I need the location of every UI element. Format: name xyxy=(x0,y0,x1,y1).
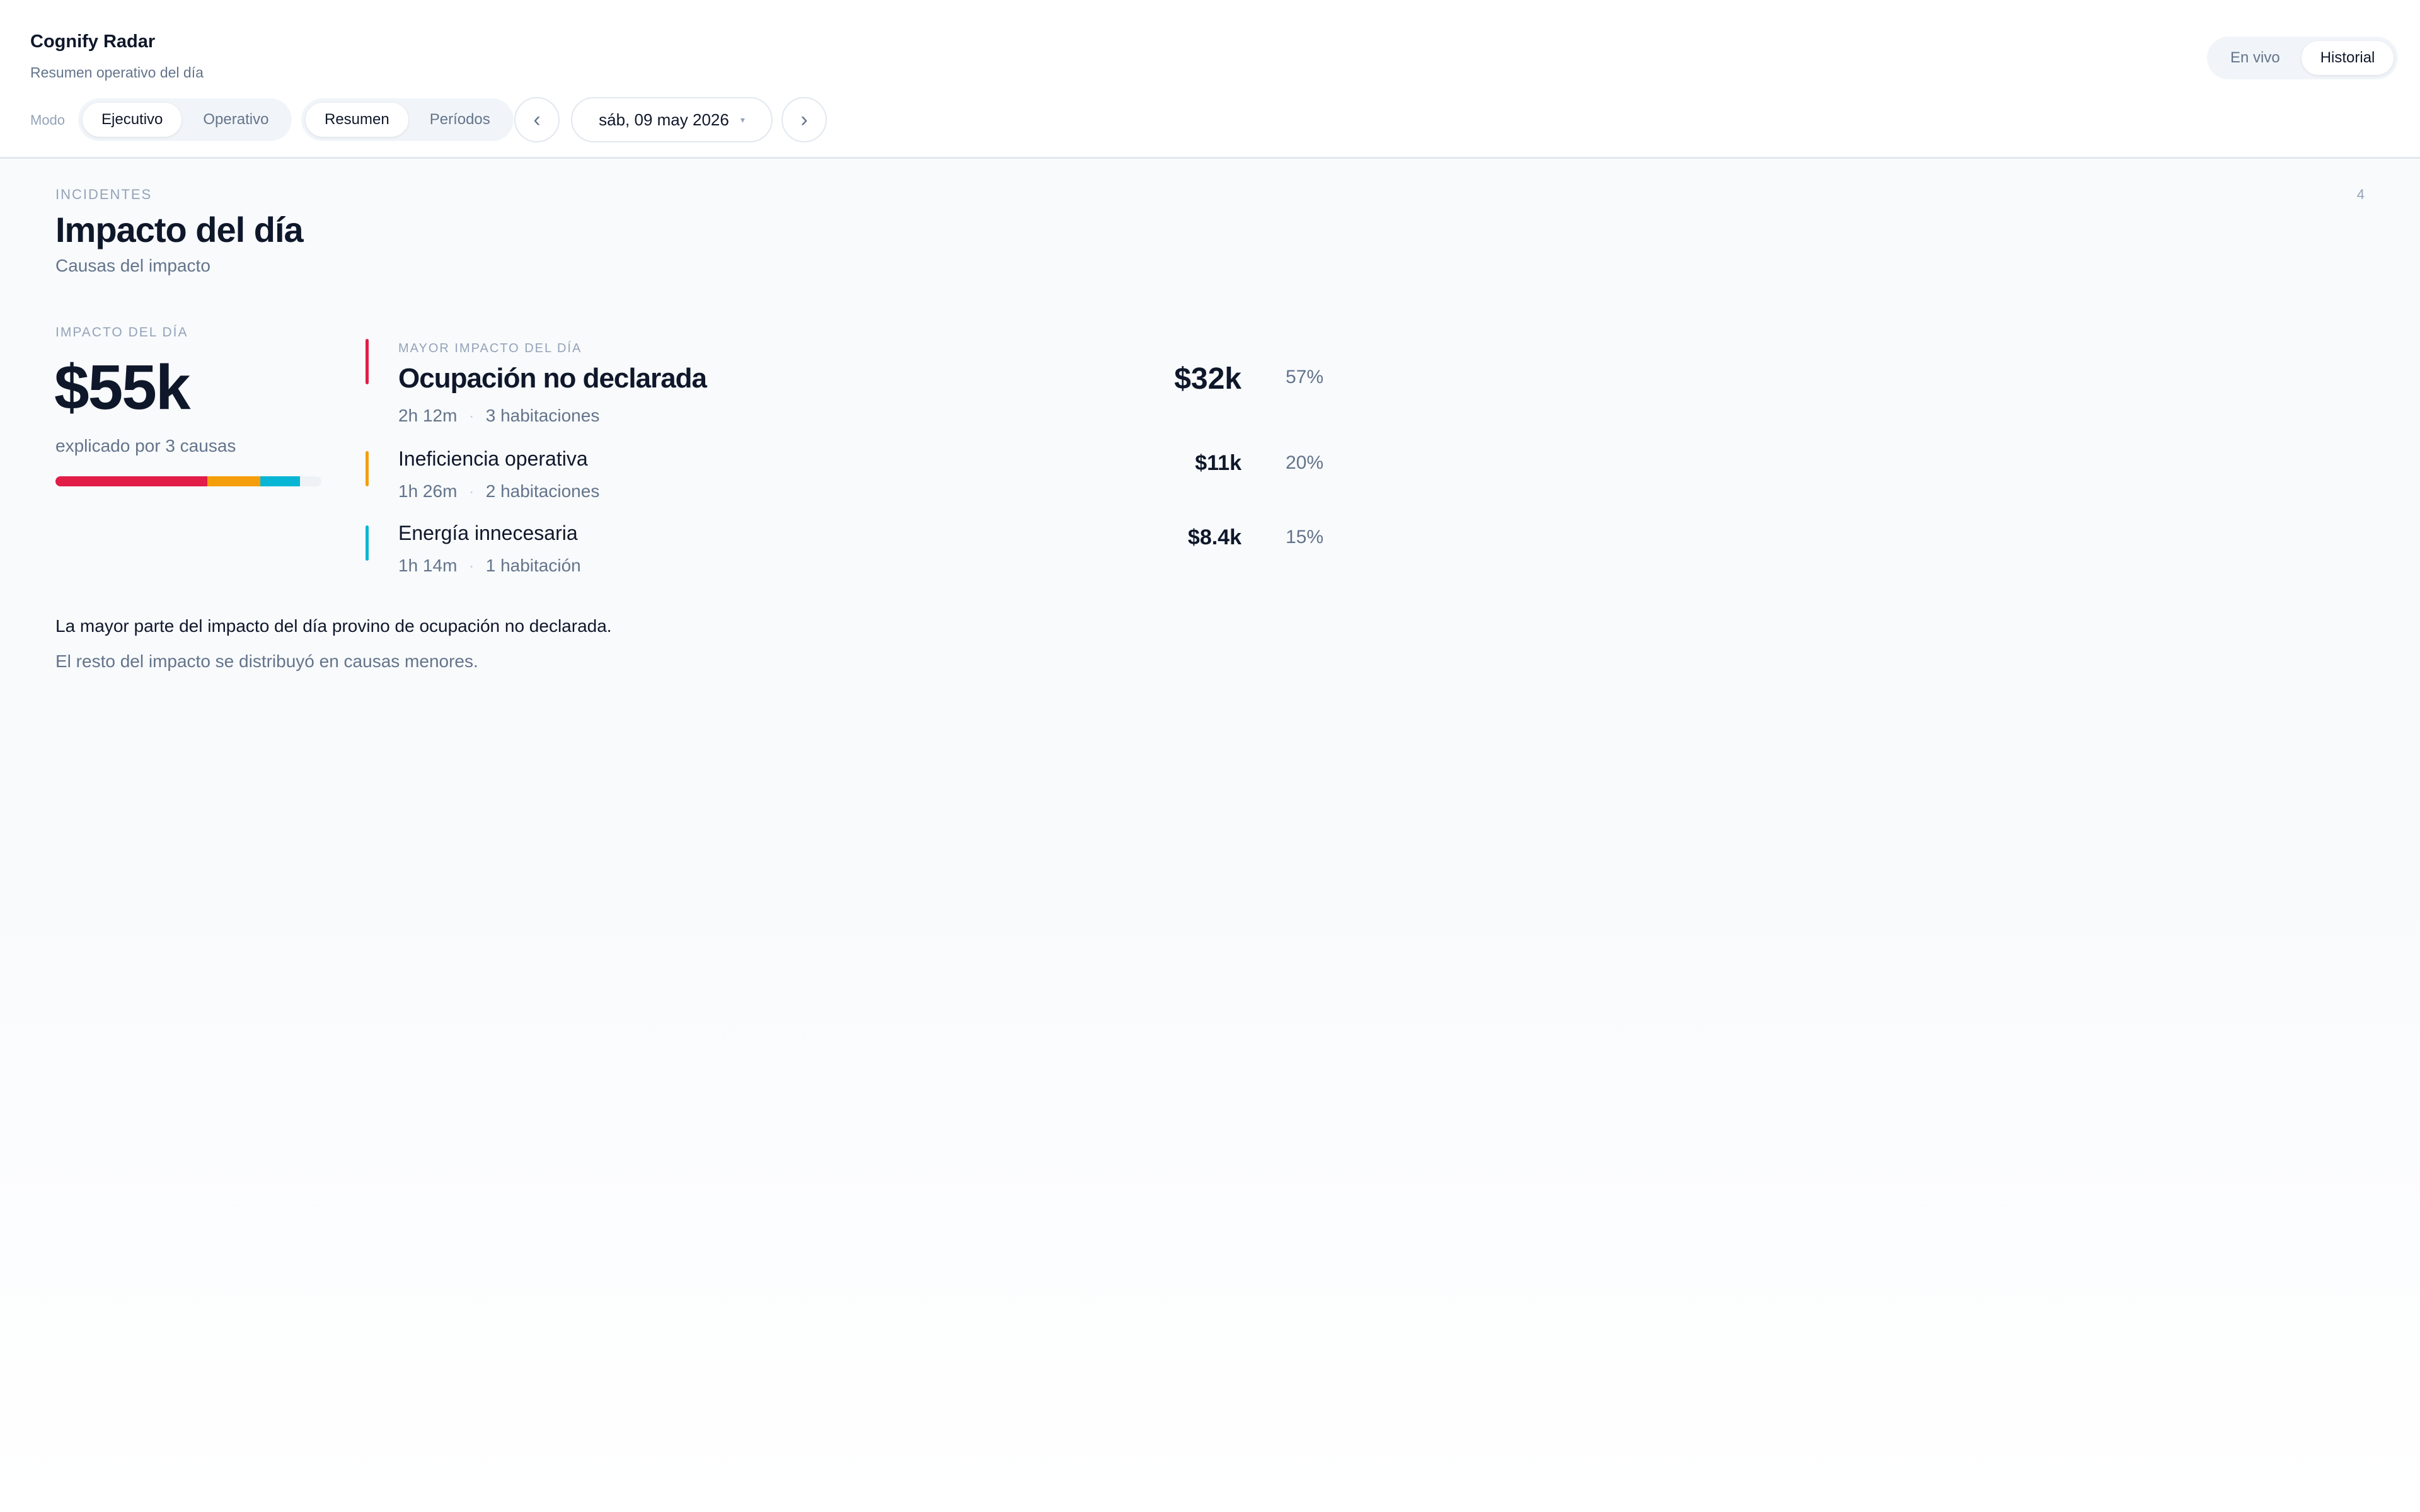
cause-meta: 1h 14m · 1 habitación xyxy=(398,556,581,576)
section-kicker: INCIDENTES xyxy=(55,186,153,202)
cause-amount: $11k xyxy=(1195,451,1242,475)
cause-rooms: 2 habitaciones xyxy=(485,481,600,501)
cause-amount: $32k xyxy=(1174,362,1242,396)
next-day-button[interactable]: › xyxy=(781,97,827,142)
cause-amount: $8.4k xyxy=(1187,525,1242,549)
view-option-periodos[interactable]: Períodos xyxy=(411,103,509,137)
date-picker[interactable]: sáb, 09 may 2026 ▾ xyxy=(571,97,773,142)
cause-row: MAYOR IMPACTO DEL DÍA Ocupación no decla… xyxy=(366,339,1323,427)
impact-share-segment xyxy=(207,476,260,486)
chevron-right-icon: › xyxy=(800,107,808,132)
chevron-left-icon: ‹ xyxy=(533,107,541,132)
live-option-en-vivo[interactable]: En vivo xyxy=(2211,41,2299,75)
app-title: Cognify Radar xyxy=(30,32,156,52)
cause-name: Energía innecesaria xyxy=(398,522,578,544)
cause-accent-bar xyxy=(366,339,369,384)
insight-secondary-text: El resto del impacto se distribuyó en ca… xyxy=(55,651,478,671)
cause-duration: 1h 26m xyxy=(398,481,458,501)
insight-main-text: La mayor parte del impacto del día provi… xyxy=(55,616,612,636)
total-impact-kicker: IMPACTO DEL DÍA xyxy=(55,325,188,340)
impact-share-bar xyxy=(55,476,321,486)
app-subtitle: Resumen operativo del día xyxy=(30,64,204,81)
cause-name: Ocupación no declarada xyxy=(398,363,707,394)
live-option-historial[interactable]: Historial xyxy=(2301,41,2394,75)
cause-row: Energía innecesaria 1h 14m · 1 habitación … xyxy=(366,520,1323,583)
cause-name: Ineficiencia operativa xyxy=(398,447,588,470)
impact-share-segment xyxy=(55,476,207,486)
top-header: Cognify Radar Resumen operativo del día … xyxy=(0,0,2420,159)
cause-accent-bar xyxy=(366,451,369,486)
section-title: Impacto del día xyxy=(55,210,304,249)
cause-duration: 2h 12m xyxy=(398,406,458,425)
cause-meta: 2h 12m · 3 habitaciones xyxy=(398,406,599,426)
live-history-toggle: En vivo Historial xyxy=(2207,37,2399,79)
mode-toggle: Ejecutivo Operativo xyxy=(78,98,292,141)
cause-accent-bar xyxy=(366,525,369,561)
separator-dot: · xyxy=(468,406,475,425)
cause-kicker: MAYOR IMPACTO DEL DÍA xyxy=(398,341,582,355)
mode-option-ejecutivo[interactable]: Ejecutivo xyxy=(83,103,182,137)
cause-percent: 57% xyxy=(1285,367,1323,387)
mode-label: Modo xyxy=(30,112,66,128)
cause-rooms: 1 habitación xyxy=(485,556,581,575)
previous-day-button[interactable]: ‹ xyxy=(514,97,560,142)
cause-percent: 20% xyxy=(1285,452,1323,473)
cause-meta: 1h 26m · 2 habitaciones xyxy=(398,481,599,501)
date-value: sáb, 09 may 2026 xyxy=(599,110,729,129)
cause-rooms: 3 habitaciones xyxy=(485,406,600,425)
cause-duration: 1h 14m xyxy=(398,556,458,575)
total-impact-value: $55k xyxy=(54,352,190,423)
view-option-resumen[interactable]: Resumen xyxy=(306,103,408,137)
cause-percent: 15% xyxy=(1285,527,1323,547)
section-count: 4 xyxy=(2356,186,2365,202)
section-subtitle: Causas del impacto xyxy=(55,256,210,275)
caret-down-icon: ▾ xyxy=(740,114,745,125)
separator-dot: · xyxy=(468,556,475,575)
impact-share-segment xyxy=(260,476,301,486)
mode-option-operativo[interactable]: Operativo xyxy=(184,103,287,137)
view-toggle: Resumen Períodos xyxy=(301,98,514,141)
separator-dot: · xyxy=(468,481,475,501)
total-impact-explanation: explicado por 3 causas xyxy=(55,436,236,455)
cause-row: Ineficiencia operativa 1h 26m · 2 habitaci… xyxy=(366,446,1323,509)
main-content: INCIDENTES 4 Impacto del día Causas del … xyxy=(0,159,2420,1512)
